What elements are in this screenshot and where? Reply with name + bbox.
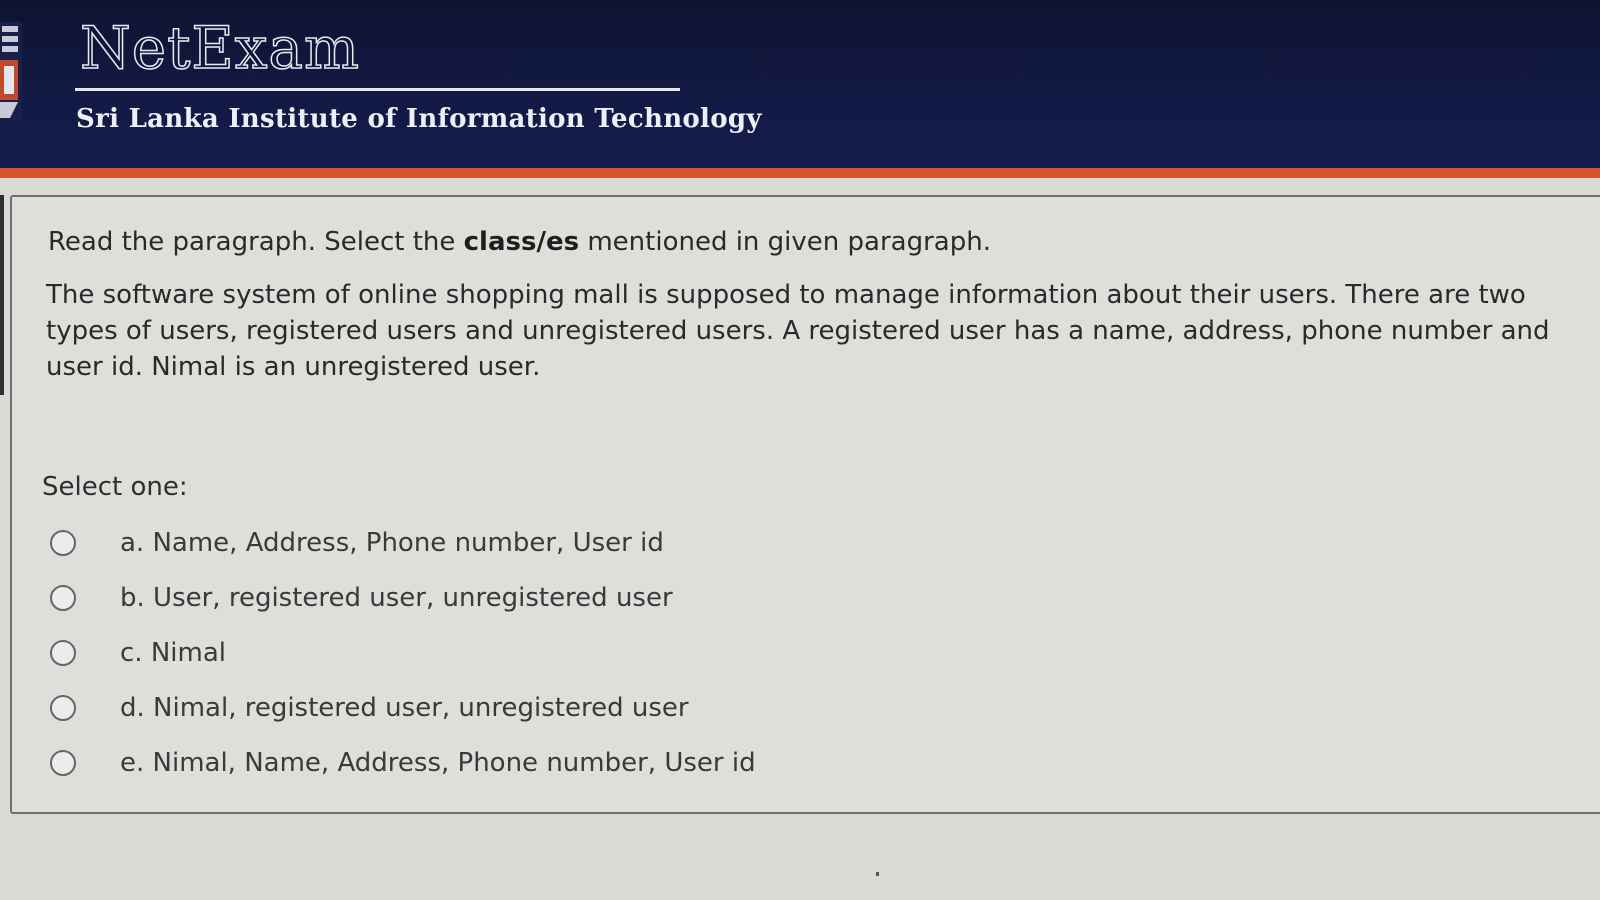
radio-button-e[interactable] [50,749,76,776]
question-panel: Read the paragraph. Select the class/es … [10,195,1600,814]
screen-speck [876,872,879,876]
radio-button-b[interactable] [50,584,76,611]
question-paragraph: The software system of online shopping m… [46,280,1550,382]
instruction-text-start: Read the paragraph. Select the [48,227,464,257]
institute-name: Sri Lanka Institute of Information Techn… [76,104,762,134]
question-instruction: Read the paragraph. Select the class/es … [48,227,991,257]
instruction-text-end: mentioned in given paragraph. [579,227,991,257]
answer-option-label[interactable]: b. User, registered user, unregistered u… [120,583,673,613]
answer-option-label[interactable]: c. Nimal [120,638,226,668]
brand-logo-text: NetExam [79,13,361,83]
answer-option-label[interactable]: d. Nimal, registered user, unregistered … [120,693,689,723]
answer-option-a[interactable]: a. Name, Address, Phone number, User id [50,515,756,570]
radio-button-a[interactable] [50,529,76,556]
answer-option-e[interactable]: e. Nimal, Name, Address, Phone number, U… [50,735,756,790]
answer-option-c[interactable]: c. Nimal [50,625,756,680]
answer-option-label[interactable]: e. Nimal, Name, Address, Phone number, U… [120,748,756,778]
answer-option-label[interactable]: a. Name, Address, Phone number, User id [120,528,664,558]
answer-options: a. Name, Address, Phone number, User id … [50,515,756,790]
select-one-prompt: Select one: [42,472,188,502]
radio-button-d[interactable] [50,694,76,721]
side-edge-divider [0,195,4,395]
brand-divider [75,88,680,91]
exam-page: NetExam Sri Lanka Institute of Informati… [0,0,1600,900]
instruction-emphasis: class/es [463,227,580,257]
answer-option-b[interactable]: b. User, registered user, unregistered u… [50,570,756,625]
header-banner: NetExam Sri Lanka Institute of Informati… [0,0,1600,178]
university-crest-icon [0,22,22,120]
answer-option-d[interactable]: d. Nimal, registered user, unregistered … [50,680,756,735]
radio-button-c[interactable] [50,639,76,666]
